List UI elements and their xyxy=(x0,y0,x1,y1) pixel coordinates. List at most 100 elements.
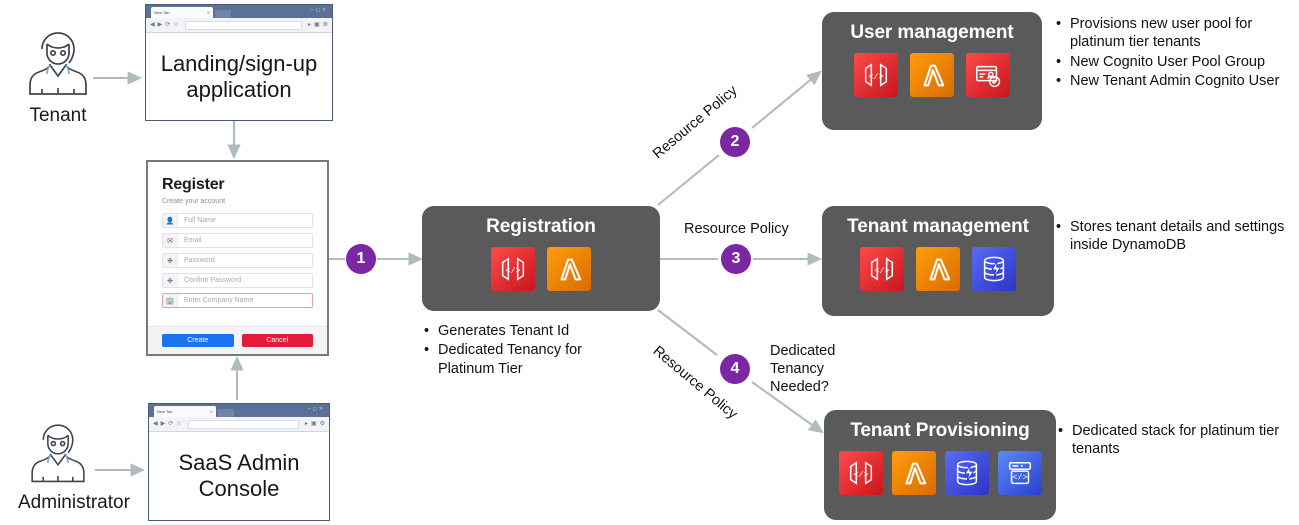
field-full-name[interactable]: 👤 Full Name xyxy=(162,213,313,228)
lambda-icon xyxy=(910,53,954,97)
flow-badge-4: 4 xyxy=(720,354,750,384)
browser-tab-label: New Tab xyxy=(154,10,170,15)
bullets-tenant-management: Stores tenant details and settings insid… xyxy=(1056,218,1294,256)
browser-new-tab-button[interactable] xyxy=(215,10,231,18)
service-box-tenant-management[interactable]: Tenant management </> xyxy=(822,206,1054,316)
downloads-icon[interactable]: ▣ xyxy=(314,22,320,28)
actor-administrator: Administrator xyxy=(18,415,130,514)
back-arrow-icon[interactable]: ◀ xyxy=(150,22,155,28)
browser-titlebar: New Tab ✕ –◻✕ xyxy=(149,404,329,417)
browser-toolbar: ◀ ▶ ⟳ ☆ ▸ ▣ ⚙ xyxy=(149,417,329,432)
dynamodb-icon xyxy=(972,247,1016,291)
window-controls[interactable]: –◻✕ xyxy=(311,7,328,13)
browser-window-landing[interactable]: New Tab ✕ –◻✕ ◀ ▶ ⟳ ☆ ▸ ▣ ⚙ Landing/sign… xyxy=(145,4,333,121)
back-arrow-icon[interactable]: ◀ xyxy=(153,421,158,427)
browser-new-tab-button[interactable] xyxy=(218,409,234,417)
field-company-name[interactable]: 🏢 Enter Company Name xyxy=(162,293,313,308)
bullet-item: Stores tenant details and settings insid… xyxy=(1070,218,1294,255)
service-box-registration[interactable]: Registration </> xyxy=(422,206,660,311)
forward-arrow-icon[interactable]: ▶ xyxy=(158,22,163,28)
envelope-icon: ✉ xyxy=(163,234,178,247)
svg-text:</>: </> xyxy=(853,470,868,480)
downloads-icon[interactable]: ▣ xyxy=(311,421,317,427)
close-icon[interactable]: ✕ xyxy=(207,10,210,15)
connector-registration-to-user-mgmt-b xyxy=(751,70,822,129)
service-title-user-management: User management xyxy=(850,22,1014,43)
forward-arrow-icon[interactable]: ▶ xyxy=(161,421,166,427)
cancel-button[interactable]: Cancel xyxy=(241,334,313,347)
api-gateway-icon: </> xyxy=(491,247,535,291)
service-title-registration: Registration xyxy=(486,216,596,237)
flow-badge-2: 2 xyxy=(720,127,750,157)
menu-icon[interactable]: ▸ xyxy=(308,22,311,28)
bullet-item: New Tenant Admin Cognito User xyxy=(1070,72,1292,90)
browser-tab[interactable]: New Tab ✕ xyxy=(154,406,216,417)
api-gateway-icon: </> xyxy=(854,53,898,97)
key-icon: ❉ xyxy=(163,254,178,267)
create-button[interactable]: Create xyxy=(162,334,234,347)
connector-registration-to-user-mgmt-a xyxy=(657,154,720,206)
service-icons-registration: </> xyxy=(491,247,591,291)
service-title-tenant-provisioning: Tenant Provisioning xyxy=(850,420,1030,441)
register-title: Register xyxy=(162,176,225,193)
close-icon[interactable]: ✕ xyxy=(210,409,213,414)
api-gateway-icon: </> xyxy=(860,247,904,291)
star-icon[interactable]: ☆ xyxy=(173,22,178,28)
field-password[interactable]: ❉ Password xyxy=(162,253,313,268)
address-bar[interactable] xyxy=(184,20,302,30)
flow-badge-3: 3 xyxy=(721,244,751,274)
field-full-name-placeholder: Full Name xyxy=(184,217,216,224)
lambda-icon xyxy=(547,247,591,291)
actor-administrator-label: Administrator xyxy=(18,492,130,513)
register-form-footer: Create Cancel xyxy=(148,326,327,354)
service-icons-tenant-management: </> xyxy=(860,247,1016,291)
service-title-tenant-management: Tenant management xyxy=(847,216,1029,237)
field-confirm-password[interactable]: ❉ Confirm Password xyxy=(162,273,313,288)
service-icons-tenant-provisioning: </> </> xyxy=(838,451,1042,495)
connector-label-resource-policy-mid: Resource Policy xyxy=(684,221,789,237)
star-icon[interactable]: ☆ xyxy=(176,421,181,427)
flow-badge-1-number: 1 xyxy=(356,250,366,267)
field-email-placeholder: Email xyxy=(184,237,202,244)
bullet-item: New Cognito User Pool Group xyxy=(1070,53,1292,71)
svg-text:</>: </> xyxy=(868,72,883,82)
person-icon xyxy=(31,424,85,483)
reload-icon[interactable]: ⟳ xyxy=(165,22,170,28)
register-form-card[interactable]: Register Create your account 👤 Full Name… xyxy=(146,160,329,356)
flow-badge-1: 1 xyxy=(346,244,376,274)
actor-tenant-label: Tenant xyxy=(29,105,87,126)
flow-badge-4-number: 4 xyxy=(730,360,740,377)
bullet-item: Generates Tenant Id xyxy=(438,322,639,340)
browser-tab[interactable]: New Tab ✕ xyxy=(151,7,213,18)
bullet-item: Provisions new user pool for platinum ti… xyxy=(1070,15,1292,52)
service-box-tenant-provisioning[interactable]: Tenant Provisioning </> </> xyxy=(824,410,1056,520)
svg-text:</>: </> xyxy=(1012,473,1027,483)
reload-icon[interactable]: ⟳ xyxy=(168,421,173,427)
building-icon: 🏢 xyxy=(163,294,178,307)
bullet-item: Dedicated Tenancy for Platinum Tier xyxy=(438,341,639,378)
api-gateway-icon: </> xyxy=(838,451,883,495)
settings-icon[interactable]: ⚙ xyxy=(323,22,328,28)
user-icon: 👤 xyxy=(163,214,178,227)
address-bar[interactable] xyxy=(187,419,299,429)
browser-toolbar: ◀ ▶ ⟳ ☆ ▸ ▣ ⚙ xyxy=(146,18,332,33)
settings-icon[interactable]: ⚙ xyxy=(320,421,325,427)
dynamodb-icon xyxy=(944,451,989,495)
bullet-item: Dedicated stack for platinum tier tenant… xyxy=(1072,422,1296,459)
cognito-icon xyxy=(966,53,1010,97)
browser-content: Landing/sign-up application xyxy=(146,33,332,120)
flow-badge-3-number: 3 xyxy=(731,250,741,267)
field-company-name-placeholder: Enter Company Name xyxy=(184,297,254,304)
service-icons-user-management: </> xyxy=(854,53,1010,97)
browser-window-admin-console[interactable]: New Tab ✕ –◻✕ ◀ ▶ ⟳ ☆ ▸ ▣ ⚙ SaaS Admin C… xyxy=(148,403,330,521)
bullets-user-management: Provisions new user pool for platinum ti… xyxy=(1056,15,1292,92)
cloudformation-icon: </> xyxy=(997,451,1042,495)
bullets-registration: Generates Tenant Id Dedicated Tenancy fo… xyxy=(424,322,639,379)
window-controls[interactable]: –◻✕ xyxy=(308,406,325,412)
person-icon xyxy=(29,32,87,95)
menu-icon[interactable]: ▸ xyxy=(305,421,308,427)
field-email[interactable]: ✉ Email xyxy=(162,233,313,248)
diagram-canvas: Tenant New Tab ✕ –◻✕ ◀ ▶ ⟳ ☆ ▸ ▣ ⚙ Landi… xyxy=(0,0,1299,525)
service-box-user-management[interactable]: User management </> xyxy=(822,12,1042,130)
browser-tab-label: New Tab xyxy=(157,409,173,414)
